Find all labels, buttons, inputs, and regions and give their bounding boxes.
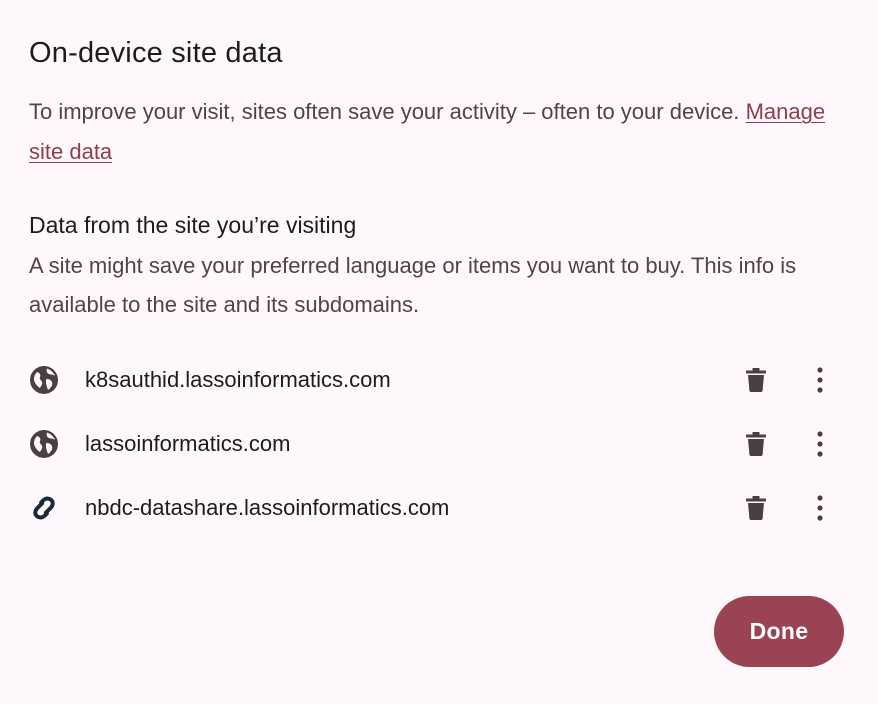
delete-site-button[interactable] — [736, 488, 776, 528]
site-row: lassoinformatics.com — [0, 412, 878, 476]
trash-icon — [746, 432, 766, 456]
more-vert-icon — [817, 367, 823, 393]
globe-icon — [28, 364, 60, 396]
site-name: k8sauthid.lassoinformatics.com — [85, 367, 391, 392]
section-heading: Data from the site you’re visiting — [29, 212, 357, 238]
more-options-button[interactable] — [800, 424, 840, 464]
more-vert-icon — [817, 431, 823, 457]
site-row: k8sauthid.lassoinformatics.com — [0, 348, 878, 412]
site-logo-icon — [28, 492, 60, 524]
globe-icon — [28, 428, 60, 460]
trash-icon — [746, 496, 766, 520]
site-row: nbdc-datashare.lassoinformatics.com — [0, 476, 878, 540]
more-options-button[interactable] — [800, 488, 840, 528]
more-options-button[interactable] — [800, 360, 840, 400]
site-data-dialog: On-device site data To improve your visi… — [0, 0, 878, 704]
section-description: A site might save your preferred languag… — [29, 253, 797, 317]
trash-icon — [746, 368, 766, 392]
site-name: nbdc-datashare.lassoinformatics.com — [85, 495, 450, 520]
intro-text: To improve your visit, sites often save … — [29, 99, 740, 124]
more-vert-icon — [817, 495, 823, 521]
dialog-title: On-device site data — [29, 37, 283, 69]
site-name: lassoinformatics.com — [85, 431, 291, 456]
delete-site-button[interactable] — [736, 424, 776, 464]
site-list: k8sauthid.lassoinformatics.com lassoinfo… — [0, 348, 878, 540]
intro-paragraph: To improve your visit, sites often save … — [29, 92, 829, 172]
done-button[interactable]: Done — [714, 596, 844, 667]
delete-site-button[interactable] — [736, 360, 776, 400]
